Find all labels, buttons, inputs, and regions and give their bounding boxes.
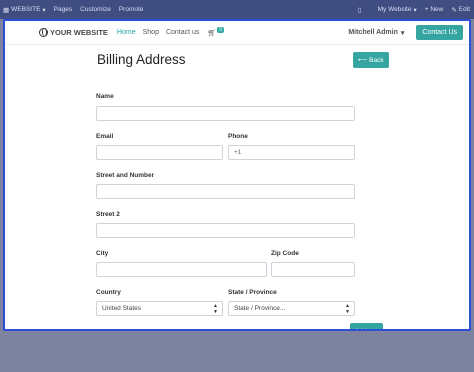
city-input[interactable] [96, 262, 267, 277]
zip-label: Zip Code [271, 250, 299, 257]
nav-shop[interactable]: Shop [143, 29, 159, 36]
email-input[interactable] [96, 145, 223, 160]
select-arrow-icon: ▲ ▼ [345, 302, 350, 315]
cart-count-badge: 0 [217, 26, 225, 33]
user-menu[interactable]: Mitchell Admin ▾ [348, 29, 404, 37]
city-label: City [96, 250, 109, 257]
nav-contact[interactable]: Contact us [166, 29, 199, 36]
pages-menu[interactable]: Pages [50, 6, 76, 13]
pencil-icon: ✎ [451, 6, 457, 14]
cart-icon: 🛒︎ [207, 29, 217, 37]
street-input[interactable] [96, 184, 355, 199]
contact-us-button[interactable]: Contact Us [416, 25, 463, 40]
nav-home[interactable]: Home [117, 29, 136, 36]
mobile-preview-button[interactable]: ▯ [354, 6, 366, 14]
my-website-menu[interactable]: My Website ▾ [374, 6, 421, 14]
state-select[interactable]: State / Province... ▲ ▼ [228, 301, 355, 316]
my-website-label: My Website [377, 6, 412, 13]
caret-down-icon: ▾ [400, 29, 405, 37]
country-select[interactable]: United States ▲ ▼ [96, 301, 223, 316]
email-label: Email [96, 133, 114, 140]
apps-grid-icon: ▦ [3, 6, 10, 14]
user-name: Mitchell Admin [348, 29, 398, 36]
website-frame: YOUR WEBSITE Home Shop Contact us 🛒︎ 0 M… [3, 19, 471, 331]
pages-label: Pages [53, 6, 73, 13]
logo-text: YOUR WEBSITE [50, 28, 108, 37]
website-menu[interactable]: ▦ WEBSITE ▾ [0, 6, 50, 14]
phone-input[interactable]: +1 [228, 145, 355, 160]
phone-label: Phone [228, 133, 248, 140]
name-input[interactable] [96, 106, 355, 121]
mobile-icon: ▯ [358, 6, 362, 14]
new-button[interactable]: + New [421, 6, 448, 13]
zip-input[interactable] [271, 262, 355, 277]
main-nav: Home Shop Contact us [117, 29, 200, 36]
edit-label: Edit [458, 6, 470, 13]
state-value: State / Province... [234, 305, 286, 312]
state-label: State / Province [228, 289, 277, 296]
select-arrow-icon: ▲ ▼ [213, 302, 218, 315]
promote-menu[interactable]: Promote [115, 6, 148, 13]
globe-icon [39, 28, 48, 37]
promote-label: Promote [118, 6, 144, 13]
new-label: + New [424, 6, 444, 13]
admin-bar: ▦ WEBSITE ▾ Pages Customize Promote ▯ My… [0, 0, 474, 19]
name-label: Name [96, 93, 114, 100]
street2-input[interactable] [96, 223, 355, 238]
country-label: Country [96, 289, 121, 296]
customize-label: Customize [80, 6, 111, 13]
caret-down-icon: ▾ [413, 6, 417, 14]
street2-label: Street 2 [96, 211, 120, 218]
edit-button[interactable]: ✎ Edit [447, 6, 474, 14]
back-button[interactable]: ⟵ Back [353, 52, 389, 68]
site-logo[interactable]: YOUR WEBSITE [39, 28, 108, 37]
country-value: United States [102, 305, 142, 312]
site-header: YOUR WEBSITE Home Shop Contact us 🛒︎ 0 M… [5, 21, 469, 45]
add-button[interactable]: Add ⟶ [350, 323, 383, 329]
customize-menu[interactable]: Customize [76, 6, 115, 13]
cart-link[interactable]: 🛒︎ 0 [207, 26, 225, 37]
website-menu-label: WEBSITE [11, 6, 41, 13]
street-label: Street and Number [96, 172, 155, 179]
page-title: Billing Address [97, 52, 186, 67]
caret-down-icon: ▾ [42, 6, 46, 14]
